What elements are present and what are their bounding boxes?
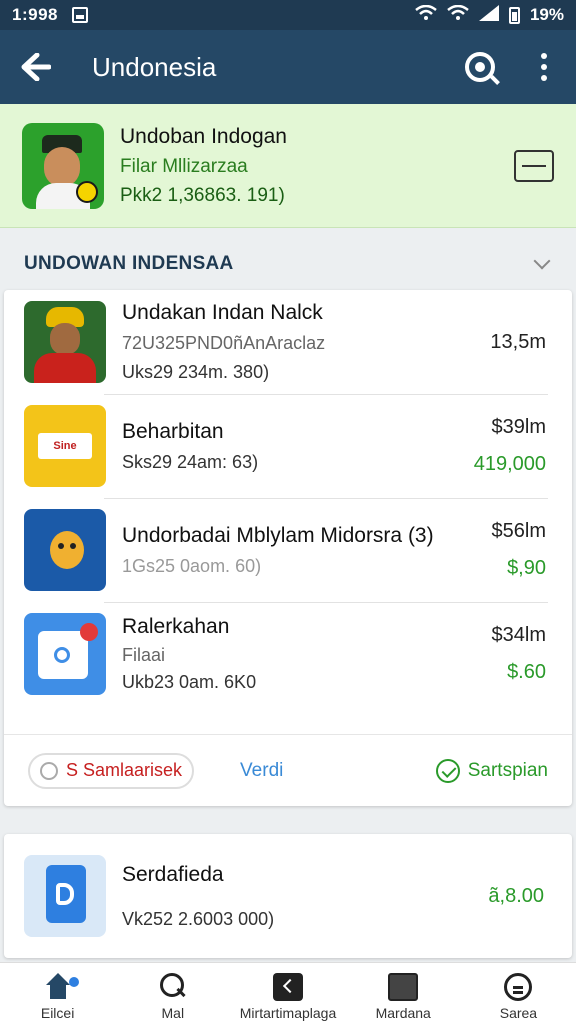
nav-label: Sarea <box>499 1005 538 1021</box>
search-button[interactable] <box>448 30 512 104</box>
chip-icon <box>40 761 58 780</box>
check-circle-icon <box>435 758 460 783</box>
nav-item-media[interactable]: Mardana <box>346 963 461 1024</box>
item-price: $39lm <box>491 416 546 438</box>
search-icon <box>465 52 495 82</box>
app-bar: Undonesia <box>0 30 576 104</box>
list-item[interactable]: Ralerkahan Filaai Ukb23 0am. 6K0 $34lm $… <box>4 602 572 706</box>
confirm-button[interactable]: Sartspian <box>435 758 548 783</box>
tv-icon <box>388 973 419 1001</box>
bot-icon <box>504 973 533 1001</box>
item-title: Undakan Indan Nalck <box>122 301 323 324</box>
battery-percent: 19% <box>529 5 564 24</box>
nav-item-home[interactable]: Eilcei <box>0 963 115 1024</box>
confirm-label: Sartspian <box>467 759 548 781</box>
nav-item-bot[interactable]: Sarea <box>461 963 576 1024</box>
badge-icon <box>76 180 98 203</box>
nav-label: Mal <box>161 1005 185 1021</box>
thumb-label: Sine <box>38 433 92 459</box>
nav-label: Mardana <box>375 1005 431 1021</box>
filter-chip[interactable]: S Samlaarisek <box>28 752 195 789</box>
status-bar: 1:998 19% <box>0 0 576 30</box>
chip-label: S Samlaarisek <box>66 760 183 780</box>
item-thumbnail: Sine <box>24 405 106 487</box>
item-meta: Sks29 24am: 63) <box>122 451 259 472</box>
item-thumbnail <box>24 855 106 937</box>
item-price: $34lm <box>491 624 546 646</box>
signal-icon <box>478 4 499 26</box>
item-amount: $,90 <box>507 557 546 579</box>
document-card[interactable]: Serdafieda Vk252 2.6003 000) ã,8.00 <box>4 834 572 958</box>
card-footer: S Samlaarisek Verdi Sartspian <box>4 734 572 806</box>
transaction-list-card: Undakan Indan Nalck 72U325PND0ñAnAraclaz… <box>4 290 572 806</box>
profile-info: Undoban Indogan Filar Mllizarzaa Pkk2 1,… <box>120 125 287 207</box>
home-icon <box>43 973 79 1001</box>
item-meta: Vk252 2.6003 000) <box>122 908 275 929</box>
item-subtitle: 72U325PND0ñAnAraclaz <box>122 333 326 353</box>
wifi-strong-icon <box>447 4 469 26</box>
battery-icon <box>508 6 520 24</box>
item-amount: $.60 <box>507 661 546 683</box>
page-title: Undonesia <box>92 51 217 82</box>
item-thumbnail <box>24 509 106 591</box>
verify-link[interactable]: Verdi <box>240 760 283 782</box>
back-icon <box>273 973 303 1001</box>
item-meta: Uks29 234m. 380) <box>122 362 270 382</box>
status-icons: 19% <box>415 4 564 26</box>
profile-name: Undoban Indogan <box>120 124 287 148</box>
card-action-icon[interactable] <box>514 149 554 182</box>
gallery-notification-icon <box>71 7 88 23</box>
item-title: Beharbitan <box>122 419 224 443</box>
item-thumbnail <box>24 301 106 383</box>
nav-item-search[interactable]: Mal <box>115 963 230 1024</box>
item-price: $56lm <box>491 520 546 542</box>
item-amount: ã,8.00 <box>488 884 544 907</box>
wifi-icon <box>415 4 437 26</box>
item-title: Ralerkahan <box>122 615 230 638</box>
list-item[interactable]: Undakan Indan Nalck 72U325PND0ñAnAraclaz… <box>4 290 572 394</box>
chevron-down-icon[interactable] <box>533 252 551 270</box>
search-icon <box>158 973 188 1001</box>
item-thumbnail <box>24 613 106 695</box>
item-meta: 1Gs25 0aom. 60) <box>122 555 262 576</box>
item-title: Undorbadai Mblylam Midorsra (3) <box>122 523 434 547</box>
list-item[interactable]: Undorbadai Mblylam Midorsra (3) 1Gs25 0a… <box>4 498 572 602</box>
back-arrow-icon <box>21 53 51 81</box>
status-time: 1:998 <box>12 5 58 24</box>
nav-label: Mirtartimaplaga <box>239 1005 337 1021</box>
avatar <box>22 122 104 209</box>
bottom-nav: Eilcei Mal Mirtartimaplaga Mardana Sarea <box>0 962 576 1024</box>
item-amount: 419,000 <box>473 453 546 475</box>
nav-label: Eilcei <box>40 1005 75 1021</box>
more-button[interactable] <box>512 30 576 104</box>
item-price: 13,5m <box>490 330 546 353</box>
section-title: UNDOWAN INDENSAA <box>24 253 234 274</box>
profile-card[interactable]: Undoban Indogan Filar Mllizarzaa Pkk2 1,… <box>0 104 576 228</box>
item-title: Serdafieda <box>122 862 224 886</box>
section-header[interactable]: UNDOWAN INDENSAA <box>0 240 576 288</box>
app-bar-actions <box>448 30 576 104</box>
profile-subtitle: Filar Mllizarzaa <box>120 155 248 177</box>
nav-item-back[interactable]: Mirtartimaplaga <box>230 963 345 1024</box>
back-button[interactable] <box>0 30 72 104</box>
item-meta: Ukb23 0am. 6K0 <box>122 672 257 692</box>
profile-id: Pkk2 1,36863. 191) <box>120 184 285 206</box>
more-vert-icon <box>541 53 547 81</box>
item-subtitle: Filaai <box>122 645 166 665</box>
list-item[interactable]: Sine Beharbitan Sks29 24am: 63) $39lm 41… <box>4 394 572 498</box>
